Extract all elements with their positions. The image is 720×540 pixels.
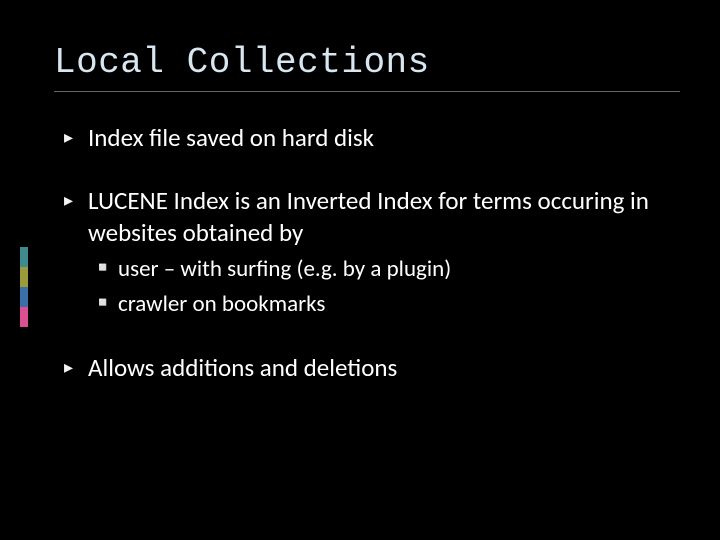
bullet-list: Index file saved on hard disk LUCENE Ind… [54, 122, 680, 383]
sub-bullet-item: crawler on bookmarks [88, 289, 680, 320]
slide: Local Collections Index file saved on ha… [0, 0, 720, 540]
accent-bar [20, 247, 28, 327]
title-underline: Local Collections [54, 42, 680, 92]
slide-content: Index file saved on hard disk LUCENE Ind… [0, 92, 720, 383]
sub-bullet-text: crawler on bookmarks [118, 290, 325, 318]
accent-segment [20, 267, 28, 287]
bullet-item: Allows additions and deletions [54, 352, 680, 383]
bullet-text: Index file saved on hard disk [88, 122, 374, 153]
bullet-text: LUCENE Index is an Inverted Index for te… [88, 185, 649, 247]
sub-bullet-item: user – with surfing (e.g. by a plugin) [88, 254, 680, 285]
accent-segment [20, 307, 28, 327]
bullet-item: Index file saved on hard disk [54, 122, 680, 153]
accent-segment [20, 287, 28, 307]
bullet-item: LUCENE Index is an Inverted Index for te… [54, 185, 680, 320]
sub-bullet-text: user – with surfing (e.g. by a plugin) [118, 255, 451, 283]
title-container: Local Collections [0, 42, 720, 92]
sub-bullet-list: user – with surfing (e.g. by a plugin) c… [88, 254, 680, 320]
bullet-text: Allows additions and deletions [88, 352, 397, 383]
slide-title: Local Collections [54, 42, 680, 83]
accent-segment [20, 247, 28, 267]
